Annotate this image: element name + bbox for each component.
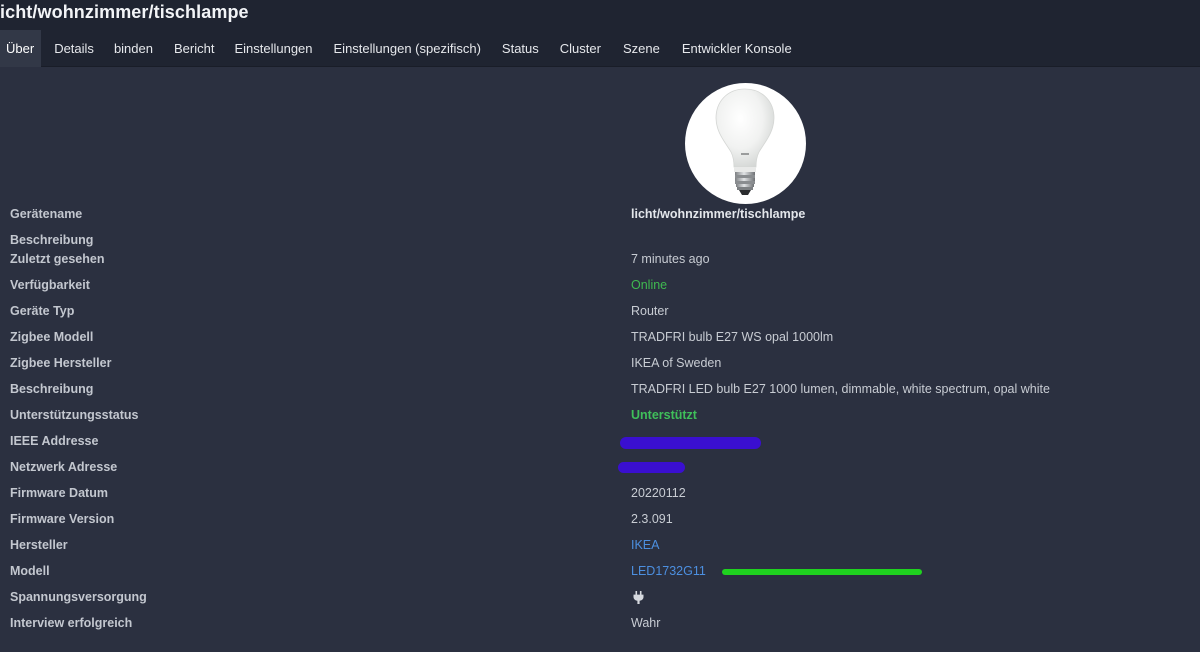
row-ieee-addresse: IEEE Addresse — [0, 431, 1200, 451]
label-beschreibung-device: Beschreibung — [10, 382, 94, 396]
power-plug-icon — [633, 591, 644, 609]
redaction-mark — [620, 437, 761, 449]
tab-ueber[interactable]: Über — [0, 30, 42, 67]
row-interview-erfolgreich: Interview erfolgreich Wahr — [0, 613, 1200, 633]
row-netzwerk-adresse: Netzwerk Adresse — [0, 457, 1200, 477]
tab-einstellungen[interactable]: Einstellungen — [225, 30, 321, 67]
label-firmware-version: Firmware Version — [10, 512, 115, 526]
label-firmware-datum: Firmware Datum — [10, 486, 108, 500]
tab-einstellungen-spezifisch[interactable]: Einstellungen (spezifisch) — [324, 30, 491, 67]
redaction-mark — [618, 462, 685, 473]
label-zigbee-modell: Zigbee Modell — [10, 330, 94, 344]
row-beschreibung-user: Beschreibung — [0, 230, 1200, 250]
link-modell[interactable]: LED1732G11 — [631, 561, 706, 581]
value-firmware-version: 2.3.091 — [631, 512, 673, 526]
row-zuletzt-gesehen: Zuletzt gesehen 7 minutes ago — [0, 249, 1200, 269]
tab-entwickler-konsole[interactable]: Entwickler Konsole — [672, 30, 802, 67]
value-verfuegbarkeit: Online — [631, 278, 668, 292]
label-zigbee-hersteller: Zigbee Hersteller — [10, 356, 112, 370]
value-geraete-typ: Router — [631, 304, 669, 318]
row-verfuegbarkeit: Verfügbarkeit Online — [0, 275, 1200, 295]
value-geraetename: licht/wohnzimmer/tischlampe — [631, 207, 806, 221]
row-beschreibung: Beschreibung TRADFRI LED bulb E27 1000 l… — [0, 379, 1200, 399]
label-interview-erfolgreich: Interview erfolgreich — [10, 616, 133, 630]
label-geraete-typ: Geräte Typ — [10, 304, 75, 318]
row-firmware-datum: Firmware Datum 20220112 — [0, 483, 1200, 503]
row-unterstuetzungsstatus: Unterstützungsstatus Unterstützt — [0, 405, 1200, 425]
row-zigbee-hersteller: Zigbee Hersteller IKEA of Sweden — [0, 353, 1200, 373]
tab-szene[interactable]: Szene — [613, 30, 670, 67]
row-zigbee-modell: Zigbee Modell TRADFRI bulb E27 WS opal 1… — [0, 327, 1200, 347]
value-firmware-datum: 20220112 — [631, 486, 686, 500]
label-beschreibung: Beschreibung — [10, 233, 94, 247]
tab-status[interactable]: Status — [493, 30, 548, 67]
label-modell: Modell — [10, 564, 50, 578]
label-zuletzt-gesehen: Zuletzt gesehen — [10, 252, 105, 266]
value-unterstuetzungsstatus: Unterstützt — [631, 408, 697, 422]
row-geraete-typ: Geräte Typ Router — [0, 301, 1200, 321]
tab-binden[interactable]: binden — [106, 30, 161, 67]
row-spannungsversorgung: Spannungsversorgung — [0, 587, 1200, 607]
value-zigbee-modell: TRADFRI bulb E27 WS opal 1000lm — [631, 330, 834, 344]
label-unterstuetzungsstatus: Unterstützungsstatus — [10, 408, 139, 422]
row-modell: Modell LED1732G11 — [0, 561, 1200, 581]
label-hersteller: Hersteller — [10, 538, 68, 552]
row-hersteller: Hersteller IKEA — [0, 535, 1200, 555]
link-hersteller[interactable]: IKEA — [631, 535, 660, 555]
label-geraetename: Gerätename — [10, 207, 83, 221]
lightbulb-image-icon — [715, 88, 775, 195]
row-firmware-version: Firmware Version 2.3.091 — [0, 509, 1200, 529]
value-interview-erfolgreich: Wahr — [631, 616, 661, 630]
tab-details[interactable]: Details — [47, 30, 101, 67]
label-netzwerk-adresse: Netzwerk Adresse — [10, 460, 118, 474]
top-bar: icht/wohnzimmer/tischlampe Über Details … — [0, 0, 1200, 67]
row-geraetename: Gerätename licht/wohnzimmer/tischlampe — [0, 204, 1200, 224]
tab-bar: Über Details binden Bericht Einstellunge… — [0, 30, 802, 67]
highlight-mark — [722, 569, 922, 575]
page-title: icht/wohnzimmer/tischlampe — [0, 2, 249, 22]
label-verfuegbarkeit: Verfügbarkeit — [10, 278, 90, 292]
value-beschreibung-device: TRADFRI LED bulb E27 1000 lumen, dimmabl… — [631, 382, 1050, 396]
value-zigbee-hersteller: IKEA of Sweden — [631, 356, 722, 370]
label-ieee-addresse: IEEE Addresse — [10, 434, 99, 448]
tab-cluster[interactable]: Cluster — [550, 30, 611, 67]
tab-bericht[interactable]: Bericht — [165, 30, 223, 67]
value-zuletzt-gesehen: 7 minutes ago — [631, 252, 710, 266]
device-image — [685, 83, 806, 204]
label-spannungsversorgung: Spannungsversorgung — [10, 590, 147, 604]
